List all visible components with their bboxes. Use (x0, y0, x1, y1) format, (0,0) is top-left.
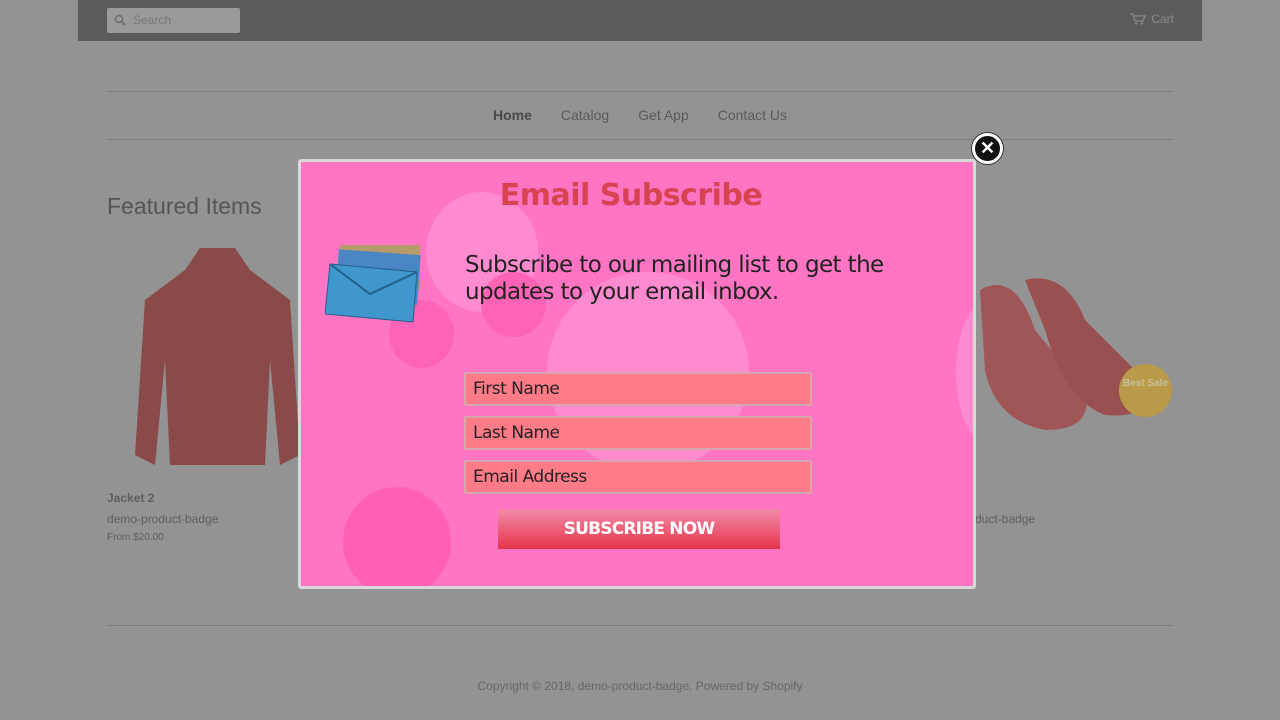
top-bar: Search Cart (78, 0, 1202, 41)
nav-get-app[interactable]: Get App (638, 107, 689, 123)
product-vendor: demo-product-badge (107, 512, 219, 526)
bubble-decoration (343, 487, 451, 586)
footer-copyright: Copyright © 2018, demo-product-badge. Po… (477, 679, 803, 693)
divider (107, 91, 1174, 92)
main-nav: Home Catalog Get App Contact Us (0, 107, 1280, 123)
product-price: From $20.00 (107, 532, 164, 543)
search-placeholder: Search (133, 13, 172, 27)
nav-contact-us[interactable]: Contact Us (718, 107, 787, 123)
featured-title: Featured Items (107, 193, 262, 219)
nav-home[interactable]: Home (493, 107, 532, 123)
email-address-input[interactable] (464, 460, 812, 494)
product-vendor: duct-badge (975, 512, 1036, 526)
last-name-input[interactable] (464, 416, 812, 450)
popup-description: Subscribe to our mailing list to get the… (465, 252, 884, 305)
close-icon[interactable]: ✕ (972, 133, 1003, 164)
nav-catalog[interactable]: Catalog (561, 107, 609, 123)
first-name-input[interactable] (464, 372, 812, 406)
divider (107, 139, 1174, 140)
jacket-image[interactable] (130, 240, 305, 475)
search-icon (114, 14, 126, 26)
bubble-decoration (956, 302, 973, 442)
product-name[interactable]: Jacket 2 (107, 491, 154, 505)
divider (107, 625, 1174, 626)
email-subscribe-popup: Email Subscribe Subscribe to our mailing… (298, 159, 976, 589)
cart-icon (1130, 13, 1147, 25)
popup-title: Email Subscribe (499, 178, 763, 213)
cart-label: Cart (1151, 12, 1174, 26)
search-input[interactable]: Search (107, 8, 240, 33)
cart-link[interactable]: Cart (1130, 12, 1174, 26)
envelope-icon (325, 245, 421, 323)
best-sale-badge: Best Sale (1119, 364, 1172, 417)
shoes-image[interactable] (975, 270, 1175, 445)
subscribe-now-button[interactable]: SUBSCRIBE NOW (498, 509, 780, 549)
